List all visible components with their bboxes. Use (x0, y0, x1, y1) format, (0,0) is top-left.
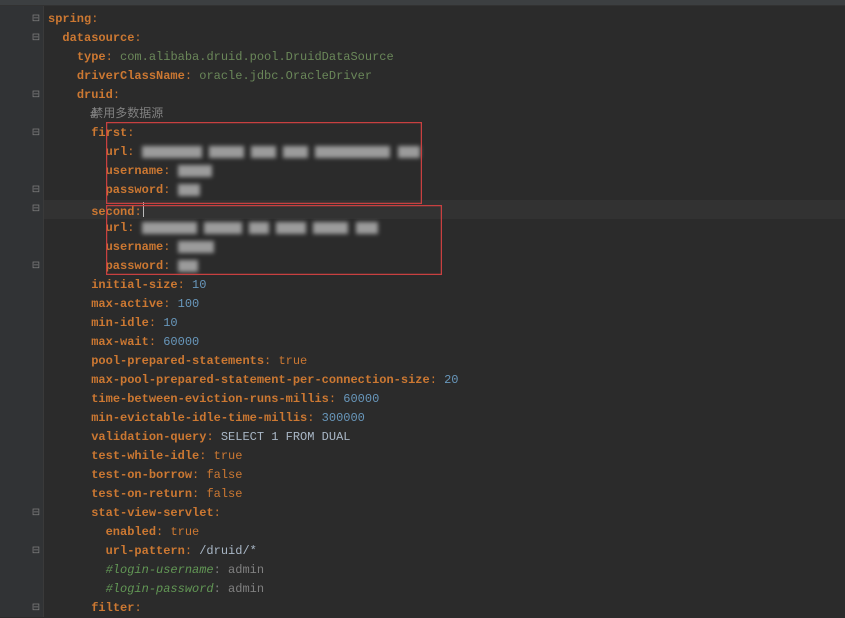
hash-marker: # (90, 106, 97, 125)
code-line: max-active: 100 (44, 295, 845, 314)
code-line: datasource: (44, 29, 845, 48)
code-line: spring: (44, 10, 845, 29)
fold-icon[interactable]: ⊟ (30, 33, 42, 45)
gutter: ⊟ ⊟ ⊟ ⊟ ⊟ ⊟ ⊟ ⊟ ⊟ ⊟ (0, 6, 44, 617)
fold-icon[interactable]: ⊟ (30, 508, 42, 520)
code-line: max-wait: 60000 (44, 333, 845, 352)
code-content[interactable]: # spring: datasource: type: com.alibaba.… (44, 6, 845, 617)
fold-icon[interactable]: ⊟ (30, 603, 42, 615)
fold-icon[interactable]: ⊟ (30, 14, 42, 26)
code-line: filter: (44, 599, 845, 618)
code-line: validation-query: SELECT 1 FROM DUAL (44, 428, 845, 447)
fold-icon[interactable]: ⊟ (30, 204, 42, 216)
code-line: username: (44, 238, 845, 257)
code-line: druid: (44, 86, 845, 105)
code-line: enabled: true (44, 523, 845, 542)
fold-icon[interactable]: ⊟ (30, 261, 42, 273)
code-line-current: second: (44, 200, 845, 219)
fold-icon[interactable]: ⊟ (30, 90, 42, 102)
fold-icon[interactable]: ⊟ (30, 185, 42, 197)
code-line: test-on-return: false (44, 485, 845, 504)
code-line: max-pool-prepared-statement-per-connecti… (44, 371, 845, 390)
code-line: min-idle: 10 (44, 314, 845, 333)
editor-area: ⊟ ⊟ ⊟ ⊟ ⊟ ⊟ ⊟ ⊟ ⊟ ⊟ # spring: datasource… (0, 6, 845, 617)
fold-icon[interactable]: ⊟ (30, 546, 42, 558)
fold-icon[interactable]: ⊟ (30, 128, 42, 140)
code-line: time-between-eviction-runs-millis: 60000 (44, 390, 845, 409)
code-line: type: com.alibaba.druid.pool.DruidDataSo… (44, 48, 845, 67)
code-line: username: (44, 162, 845, 181)
code-line: url-pattern: /druid/* (44, 542, 845, 561)
code-line: pool-prepared-statements: true (44, 352, 845, 371)
code-line: password: (44, 257, 845, 276)
code-line: first: (44, 124, 845, 143)
code-line: stat-view-servlet: (44, 504, 845, 523)
code-line: url: (44, 219, 845, 238)
code-line: url: (44, 143, 845, 162)
code-line: initial-size: 10 (44, 276, 845, 295)
code-line: #login-username: admin (44, 561, 845, 580)
code-line: password: (44, 181, 845, 200)
code-line: test-on-borrow: false (44, 466, 845, 485)
code-line: 禁用多数据源 (44, 105, 845, 124)
code-line: test-while-idle: true (44, 447, 845, 466)
code-line: min-evictable-idle-time-millis: 300000 (44, 409, 845, 428)
code-line: driverClassName: oracle.jdbc.OracleDrive… (44, 67, 845, 86)
code-line: #login-password: admin (44, 580, 845, 599)
text-caret (143, 202, 144, 217)
